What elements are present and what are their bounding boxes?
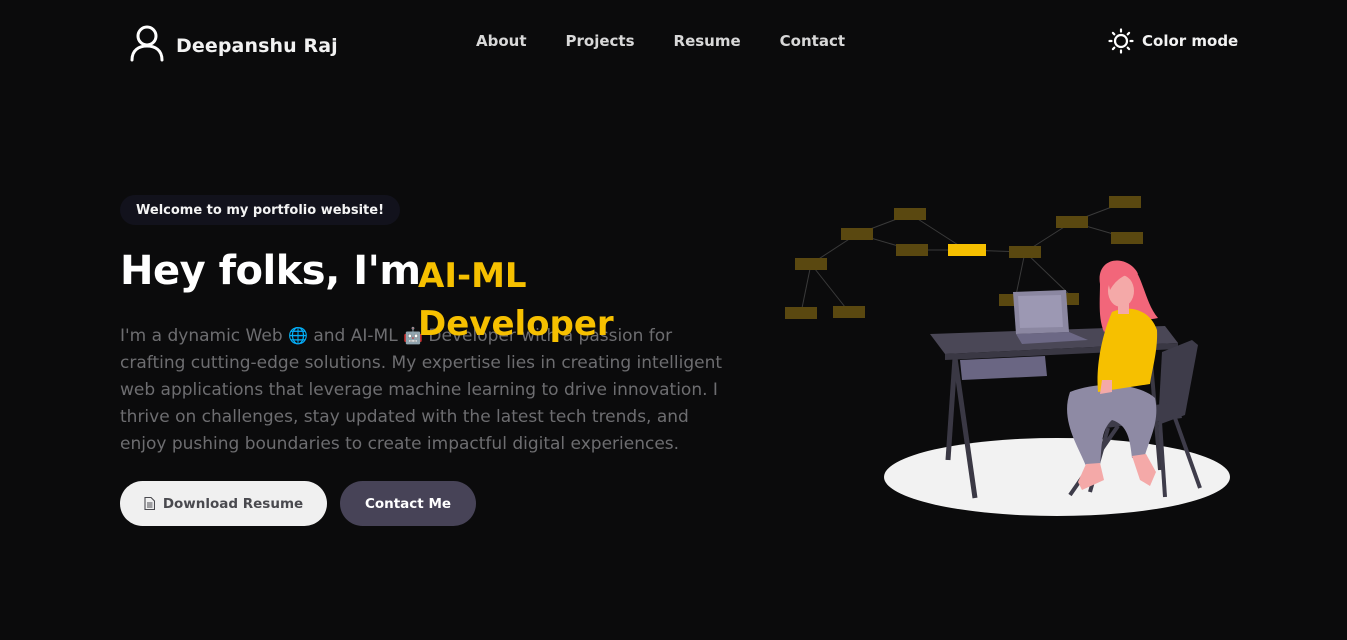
user-icon bbox=[130, 25, 164, 62]
download-resume-button[interactable]: Download Resume bbox=[120, 481, 327, 526]
globe-icon: 🌐 bbox=[288, 326, 308, 345]
sun-icon bbox=[1108, 28, 1134, 54]
network-nodes bbox=[785, 196, 1143, 319]
hero-role: AI-ML Developer bbox=[418, 256, 614, 344]
contact-me-label: Contact Me bbox=[364, 495, 452, 512]
nav-item-projects[interactable]: Projects bbox=[566, 32, 635, 50]
hero-illustration bbox=[785, 196, 1230, 516]
portfolio-page: Deepanshu Raj About Projects Resume Cont… bbox=[0, 0, 1347, 640]
intro-text-2: and AI-ML bbox=[313, 326, 398, 346]
nav-item-contact[interactable]: Contact bbox=[780, 32, 845, 50]
color-mode-label: Color mode bbox=[1142, 32, 1239, 50]
nav-item-resume[interactable]: Resume bbox=[674, 32, 741, 50]
color-mode-toggle[interactable]: Color mode bbox=[1108, 28, 1238, 54]
welcome-badge: Welcome to my portfolio website! bbox=[120, 195, 400, 225]
download-resume-label: Download Resume bbox=[162, 495, 304, 512]
nav-item-about[interactable]: About bbox=[476, 32, 527, 50]
contact-me-button[interactable]: Contact Me bbox=[340, 481, 476, 526]
site-owner-name: Deepanshu Raj bbox=[176, 35, 338, 57]
highlighted-node bbox=[948, 244, 986, 256]
main-nav: About Projects Resume Contact bbox=[476, 32, 845, 50]
hero-headline: Hey folks, I'm bbox=[120, 248, 421, 294]
intro-text-1: I'm a dynamic Web bbox=[120, 326, 283, 346]
document-icon bbox=[144, 497, 155, 510]
floor-shadow bbox=[884, 438, 1230, 516]
logo[interactable]: Deepanshu Raj bbox=[128, 24, 338, 62]
